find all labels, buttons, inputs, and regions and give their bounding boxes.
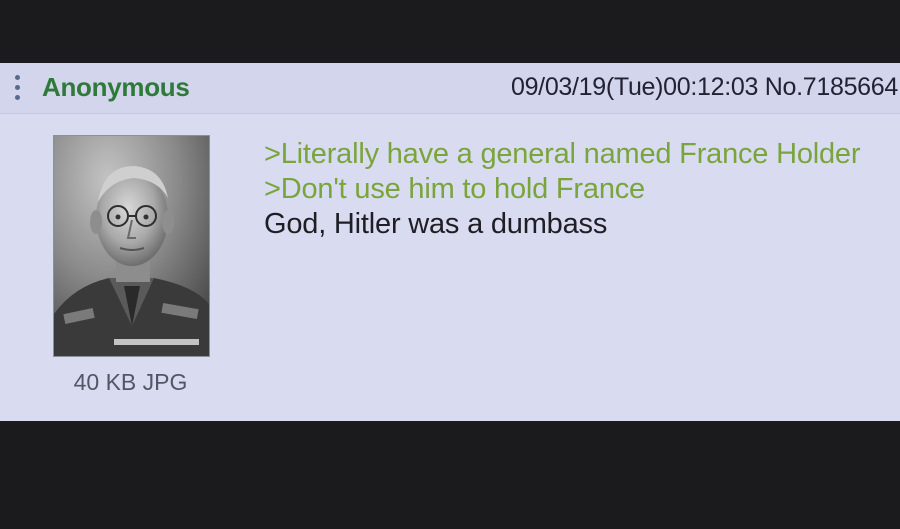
post: Anonymous 09/03/19(Tue)00:12:03 No.71856… bbox=[0, 63, 900, 421]
file-info: 40 KB JPG bbox=[73, 369, 188, 395]
post-body: >Literally have a general named France H… bbox=[264, 137, 884, 242]
post-datetime: 09/03/19(Tue)00:12:03 bbox=[510, 73, 759, 101]
post-number[interactable]: No.7185664 bbox=[765, 73, 899, 101]
post-image-thumbnail[interactable] bbox=[53, 135, 210, 357]
portrait-image bbox=[54, 136, 209, 356]
greentext-line: >Don't use him to hold France bbox=[264, 173, 645, 205]
greentext-line: >Literally have a general named France H… bbox=[264, 138, 861, 170]
more-vertical-icon[interactable] bbox=[10, 73, 26, 103]
poster-name: Anonymous bbox=[42, 72, 190, 102]
post-meta: 09/03/19(Tue)00:12:03 No.7185664 bbox=[511, 73, 898, 102]
comment-line: God, Hitler was a dumbass bbox=[264, 208, 608, 240]
post-header: Anonymous 09/03/19(Tue)00:12:03 No.71856… bbox=[0, 63, 900, 114]
